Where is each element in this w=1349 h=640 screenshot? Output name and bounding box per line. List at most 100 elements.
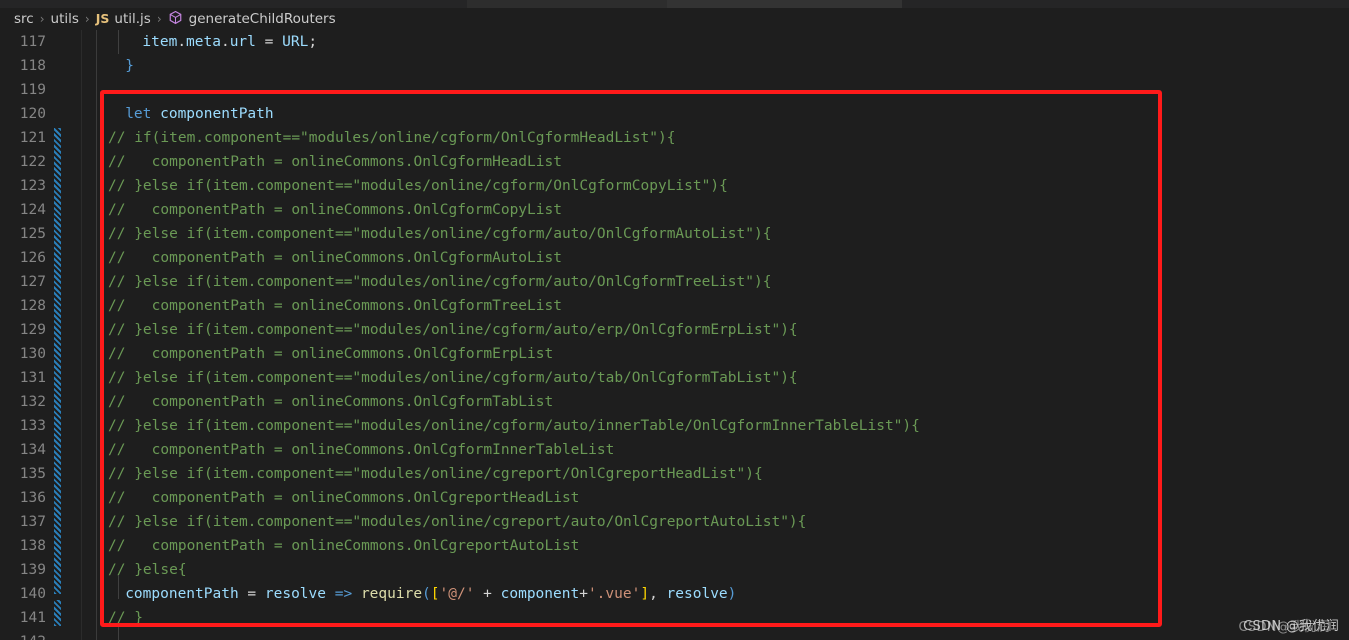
csdn-watermark: CSDN @我优润 CSDN@我优润: [1239, 615, 1339, 635]
code-line[interactable]: 127 // }else if(item.component=="modules/…: [0, 270, 1349, 294]
token-plain: ,: [649, 586, 667, 602]
code-text: }: [125, 54, 134, 78]
code-line[interactable]: 138 // componentPath = onlineCommons.OnlC…: [0, 534, 1349, 558]
line-number: 138: [19, 538, 46, 554]
code-line[interactable]: 130 // componentPath = onlineCommons.OnlC…: [0, 342, 1349, 366]
code-line[interactable]: 133 // }else if(item.component=="modules/…: [0, 414, 1349, 438]
token-comment: // if(item.component=="modules/online/cg…: [108, 130, 676, 146]
line-number: 126: [19, 250, 46, 266]
breadcrumb-separator: ›: [156, 12, 162, 26]
token-comment: // }else if(item.component=="modules/onl…: [108, 178, 728, 194]
code-text: // }else if(item.component=="modules/onl…: [108, 318, 798, 342]
token-plain: +: [474, 586, 501, 602]
line-number: 134: [19, 442, 46, 458]
code-text: // if(item.component=="modules/online/cg…: [108, 126, 675, 150]
token-comment: // }else{: [108, 562, 187, 578]
token-comment: // }else if(item.component=="modules/onl…: [108, 418, 920, 434]
breadcrumb-item-src[interactable]: src: [14, 11, 34, 27]
code-text: item.meta.url = URL;: [142, 30, 317, 54]
token-func: require: [360, 586, 423, 602]
token-var: componentPath: [125, 586, 239, 602]
code-line[interactable]: 123 // }else if(item.component=="modules/…: [0, 174, 1349, 198]
code-line[interactable]: 117 item.meta.url = URL;: [0, 30, 1349, 54]
line-number: 141: [19, 610, 46, 626]
code-line[interactable]: 122 // componentPath = onlineCommons.OnlC…: [0, 150, 1349, 174]
code-text: let componentPath: [125, 102, 273, 126]
token-var: resolve: [666, 586, 728, 602]
code-text: // }else{: [108, 558, 187, 582]
breadcrumb-separator: ›: [39, 12, 45, 26]
breadcrumb-item-util-js[interactable]: JS util.js: [96, 11, 151, 27]
code-line[interactable]: 140 componentPath = resolve => require(['…: [0, 582, 1349, 606]
code-line[interactable]: 137 // }else if(item.component=="modules/…: [0, 510, 1349, 534]
code-line[interactable]: 128 // componentPath = onlineCommons.OnlC…: [0, 294, 1349, 318]
code-line[interactable]: 126 // componentPath = onlineCommons.OnlC…: [0, 246, 1349, 270]
breadcrumb-label: util.js: [114, 11, 151, 27]
token-comment: // }else if(item.component=="modules/onl…: [108, 514, 807, 530]
code-line[interactable]: 120 let componentPath: [0, 102, 1349, 126]
code-line[interactable]: 121 // if(item.component=="modules/online…: [0, 126, 1349, 150]
token-var: URL: [282, 34, 309, 50]
line-number: 135: [19, 466, 46, 482]
line-number: 142: [0, 630, 46, 640]
code-line[interactable]: 129 // }else if(item.component=="modules/…: [0, 318, 1349, 342]
code-line[interactable]: 118}: [0, 54, 1349, 78]
code-line[interactable]: 124 // componentPath = onlineCommons.OnlC…: [0, 198, 1349, 222]
editor-tab-inactive-1[interactable]: [467, 0, 667, 8]
token-var: componentPath: [151, 106, 274, 122]
code-text: // }: [108, 606, 143, 630]
code-editor[interactable]: 117 item.meta.url = URL; 118} 119 120 let com…: [0, 30, 1349, 640]
token-comment: // }: [108, 610, 143, 626]
code-text: // componentPath = onlineCommons.OnlCgfo…: [108, 246, 562, 270]
token-brace-y: [: [430, 586, 440, 602]
line-number: 133: [19, 418, 46, 434]
token-plain: .: [220, 34, 230, 50]
line-number: 123: [19, 178, 46, 194]
breadcrumb-item-utils[interactable]: utils: [51, 11, 79, 27]
token-brace-b: ): [727, 586, 737, 602]
symbol-class-icon: [168, 10, 183, 29]
line-number: 119: [19, 82, 46, 98]
line-number: 130: [19, 346, 46, 362]
code-line[interactable]: 136 // componentPath = onlineCommons.OnlC…: [0, 486, 1349, 510]
editor-tab-active[interactable]: [667, 0, 902, 8]
editor-tab-strip: [0, 0, 1349, 8]
line-number: 125: [19, 226, 46, 242]
code-line[interactable]: 139 // }else{: [0, 558, 1349, 582]
code-text: // componentPath = onlineCommons.OnlCgfo…: [108, 342, 553, 366]
code-line[interactable]: 141 // }: [0, 606, 1349, 630]
breadcrumb: src › utils › JS util.js › generateChildRouters: [0, 8, 1349, 30]
token-var: url: [229, 34, 256, 50]
code-line[interactable]: 134 // componentPath = onlineCommons.OnlC…: [0, 438, 1349, 462]
line-number: 122: [19, 154, 46, 170]
line-number: 121: [19, 130, 46, 146]
code-line[interactable]: 142: [0, 630, 1349, 640]
code-text: // componentPath = onlineCommons.OnlCgfo…: [108, 438, 614, 462]
token-comment: // }else if(item.component=="modules/onl…: [108, 274, 772, 290]
token-plain: =: [255, 34, 283, 50]
code-line[interactable]: 125 // }else if(item.component=="modules/…: [0, 222, 1349, 246]
code-text: // componentPath = onlineCommons.OnlCgfo…: [108, 150, 562, 174]
breadcrumb-label: generateChildRouters: [188, 10, 336, 27]
token-string: '@/': [439, 586, 475, 602]
code-text: // }else if(item.component=="modules/onl…: [108, 270, 771, 294]
token-comment: // componentPath = onlineCommons.OnlCgfo…: [108, 298, 562, 314]
code-line[interactable]: 119: [0, 78, 1349, 102]
code-text: // componentPath = onlineCommons.OnlCgfo…: [108, 198, 562, 222]
code-text: // }else if(item.component=="modules/onl…: [108, 414, 920, 438]
indent-guide: [118, 623, 119, 640]
code-text: // componentPath = onlineCommons.OnlCgre…: [108, 486, 579, 510]
token-brace-b: }: [125, 58, 134, 74]
code-line[interactable]: 131 // }else if(item.component=="modules/…: [0, 366, 1349, 390]
code-line[interactable]: 132 // componentPath = onlineCommons.OnlC…: [0, 390, 1349, 414]
token-comment: // componentPath = onlineCommons.OnlCgfo…: [108, 154, 562, 170]
code-line[interactable]: 135 // }else if(item.component=="modules/…: [0, 462, 1349, 486]
breadcrumb-item-generatechildrouters[interactable]: generateChildRouters: [168, 10, 336, 29]
line-number: 124: [19, 202, 46, 218]
line-number: 129: [19, 322, 46, 338]
code-text: // }else if(item.component=="modules/onl…: [108, 222, 771, 246]
token-comment: // componentPath = onlineCommons.OnlCgfo…: [108, 202, 562, 218]
line-number: 118: [19, 58, 46, 74]
token-comment: // componentPath = onlineCommons.OnlCgfo…: [108, 442, 615, 458]
